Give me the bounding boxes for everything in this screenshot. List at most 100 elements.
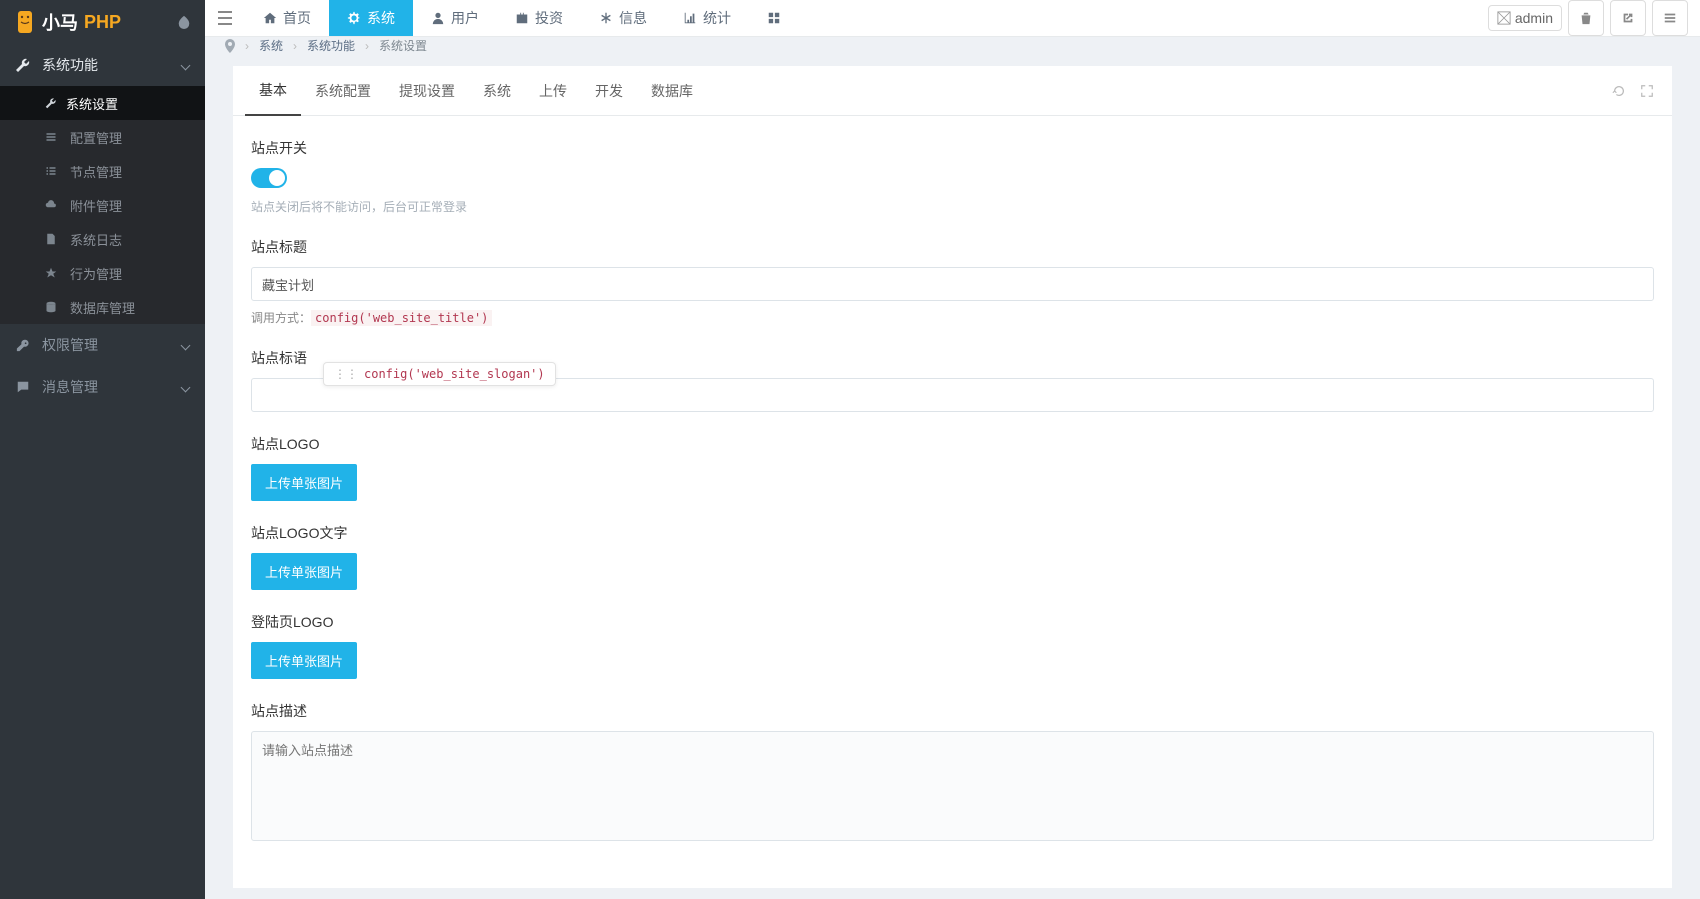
input-site-title[interactable] — [251, 267, 1654, 301]
image-broken-icon — [1497, 11, 1511, 25]
tab-upload[interactable]: 上传 — [525, 67, 581, 115]
topnav-stats[interactable]: 统计 — [665, 0, 749, 36]
topnav-label: 系统 — [367, 8, 395, 28]
label-site-desc: 站点描述 — [251, 701, 1654, 721]
logo-icon — [14, 9, 36, 35]
sidebar-item-label: 数据库管理 — [70, 298, 135, 317]
home-icon — [263, 11, 277, 25]
topnav-info[interactable]: 信息 — [581, 0, 665, 36]
sidebar-toggle[interactable] — [205, 11, 245, 25]
textarea-site-desc[interactable] — [251, 731, 1654, 841]
sidebar-item-label: 系统设置 — [66, 94, 118, 113]
sidebar-section-messages[interactable]: 消息管理 — [0, 366, 205, 408]
label-login-logo: 登陆页LOGO — [251, 612, 1654, 632]
help-site-switch: 站点关闭后将不能访问，后台可正常登录 — [251, 198, 1654, 215]
wrench-small-icon — [42, 97, 60, 109]
topnav: 首页 系统 用户 投资 信息 — [245, 0, 799, 36]
label-site-logo: 站点LOGO — [251, 434, 1654, 454]
theme-icon[interactable] — [177, 15, 191, 29]
sidebar-section-system[interactable]: 系统功能 — [0, 44, 205, 86]
chart-icon — [683, 11, 697, 25]
main: 首页 系统 用户 投资 信息 — [205, 0, 1700, 899]
float-code-text: config('web_site_slogan') — [364, 367, 545, 381]
breadcrumb-system-func[interactable]: 系统功能 — [307, 37, 355, 54]
code-dots-icon: ⋮⋮ — [334, 367, 358, 381]
topnav-label: 统计 — [703, 8, 731, 28]
btn-upload-login-logo[interactable]: 上传单张图片 — [251, 642, 357, 679]
sidebar-item-actions[interactable]: 行为管理 — [0, 256, 205, 290]
list-button[interactable] — [1652, 0, 1688, 36]
topnav-apps[interactable] — [749, 0, 799, 36]
topnav-invest[interactable]: 投资 — [497, 0, 581, 36]
topnav-label: 用户 — [451, 8, 479, 28]
logo-text-php: PHP — [84, 12, 121, 33]
topbar: 首页 系统 用户 投资 信息 — [205, 0, 1700, 37]
sidebar-section-permissions[interactable]: 权限管理 — [0, 324, 205, 366]
floating-code-hint: ⋮⋮ config('web_site_slogan') — [323, 362, 556, 386]
call-site-title: 调用方式：config('web_site_title') — [251, 309, 1654, 326]
tab-dev[interactable]: 开发 — [581, 67, 637, 115]
btn-upload-site-logo[interactable]: 上传单张图片 — [251, 464, 357, 501]
briefcase-icon — [515, 11, 529, 25]
fullscreen-icon[interactable] — [1640, 84, 1654, 98]
tab-sysconfig[interactable]: 系统配置 — [301, 67, 385, 115]
gear-icon — [347, 11, 361, 25]
tab-db[interactable]: 数据库 — [637, 67, 707, 115]
sidebar-nav: 系统功能 系统设置 配置管理 节点管理 — [0, 44, 205, 899]
topnav-label: 信息 — [619, 8, 647, 28]
star-icon — [42, 267, 60, 279]
sliders-icon — [42, 131, 60, 143]
tab-system[interactable]: 系统 — [469, 67, 525, 115]
sidebar-section-label: 权限管理 — [42, 335, 98, 355]
tab-basic[interactable]: 基本 — [245, 66, 301, 116]
sidebar-section-label: 系统功能 — [42, 55, 98, 75]
breadcrumb: › 系统 › 系统功能 › 系统设置 — [205, 37, 1700, 54]
form-body: 站点开关 站点关闭后将不能访问，后台可正常登录 站点标题 调用方式：config… — [233, 116, 1672, 888]
sidebar-item-logs[interactable]: 系统日志 — [0, 222, 205, 256]
call-prefix: 调用方式： — [251, 311, 311, 325]
sidebar-item-label: 节点管理 — [70, 162, 122, 181]
topnav-label: 首页 — [283, 8, 311, 28]
settings-panel: 基本 系统配置 提现设置 系统 上传 开发 数据库 站点开关 站点关闭后将不能访… — [233, 66, 1672, 888]
topbar-right: admin — [1488, 0, 1700, 36]
logo-text-xm: 小马 — [42, 9, 78, 35]
logo: 小马 PHP — [0, 0, 205, 44]
call-code: config('web_site_title') — [311, 310, 492, 326]
user-icon — [431, 11, 445, 25]
key-icon — [14, 338, 32, 352]
trash-button[interactable] — [1568, 0, 1604, 36]
sidebar: 小马 PHP 系统功能 系统设置 — [0, 0, 205, 899]
file-icon — [42, 233, 60, 245]
grid-icon — [767, 11, 781, 25]
sidebar-item-label: 附件管理 — [70, 196, 122, 215]
comment-icon — [14, 380, 32, 394]
breadcrumb-current: 系统设置 — [379, 37, 427, 54]
tabs: 基本 系统配置 提现设置 系统 上传 开发 数据库 — [233, 66, 1672, 116]
database-icon — [42, 301, 60, 313]
sidebar-section-label: 消息管理 — [42, 377, 98, 397]
external-link-button[interactable] — [1610, 0, 1646, 36]
label-site-logo-text: 站点LOGO文字 — [251, 523, 1654, 543]
sidebar-item-config[interactable]: 配置管理 — [0, 120, 205, 154]
sidebar-item-label: 系统日志 — [70, 230, 122, 249]
asterisk-icon — [599, 11, 613, 25]
topnav-label: 投资 — [535, 8, 563, 28]
topnav-home[interactable]: 首页 — [245, 0, 329, 36]
site-switch-toggle[interactable] — [251, 168, 287, 188]
sidebar-item-database[interactable]: 数据库管理 — [0, 290, 205, 324]
sidebar-item-system-settings[interactable]: 系统设置 — [0, 86, 205, 120]
breadcrumb-system[interactable]: 系统 — [259, 37, 283, 54]
list-icon — [42, 165, 60, 177]
sidebar-item-attachments[interactable]: 附件管理 — [0, 188, 205, 222]
sidebar-item-label: 行为管理 — [70, 264, 122, 283]
topnav-user[interactable]: 用户 — [413, 0, 497, 36]
sidebar-item-label: 配置管理 — [70, 128, 122, 147]
btn-upload-site-logo-text[interactable]: 上传单张图片 — [251, 553, 357, 590]
cloud-icon — [42, 199, 60, 211]
topnav-system[interactable]: 系统 — [329, 0, 413, 36]
tab-withdraw[interactable]: 提现设置 — [385, 67, 469, 115]
admin-dropdown[interactable]: admin — [1488, 5, 1562, 31]
refresh-icon[interactable] — [1612, 84, 1626, 98]
wrench-icon — [14, 57, 32, 73]
sidebar-item-nodes[interactable]: 节点管理 — [0, 154, 205, 188]
